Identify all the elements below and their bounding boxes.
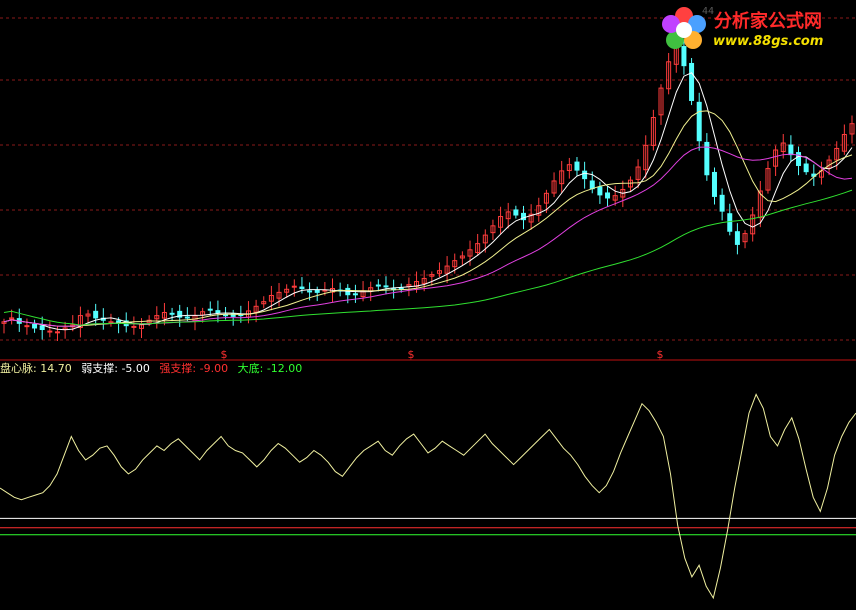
- candle-body: [215, 310, 221, 313]
- candle-body: [299, 286, 305, 290]
- legend-value: -12.00: [266, 362, 303, 375]
- legend-item-bottom: 大底: -12.00: [238, 362, 303, 375]
- candle-body: [696, 101, 702, 142]
- candle-body: [605, 192, 611, 199]
- candle-body: [375, 284, 381, 287]
- legend-value: -5.00: [121, 362, 150, 375]
- candle-body: [727, 213, 733, 232]
- legend-label: 大底:: [237, 362, 264, 375]
- signal-markers: $ $ $: [221, 348, 664, 361]
- candle-body: [689, 62, 695, 101]
- candle-body: [719, 194, 725, 212]
- candle-body: [398, 287, 404, 290]
- price-panel[interactable]: [1, 37, 855, 342]
- price-gridlines: [0, 17, 856, 341]
- signal-marker: $: [408, 348, 415, 361]
- indicator-legend: 盘心脉: 14.70 弱支撑: -5.00 强支撑: -9.00 大底: -12…: [0, 362, 308, 376]
- legend-item-strong-support: 强支撑: -9.00: [159, 362, 231, 375]
- site-title-logo: 分析家公式网: [714, 8, 854, 36]
- legend-value: -9.00: [199, 362, 229, 375]
- candle-body: [39, 325, 45, 331]
- stock-chart[interactable]: $ $ $: [0, 0, 856, 610]
- candle-body: [513, 209, 519, 216]
- candle-body: [47, 330, 53, 333]
- signal-marker: $: [221, 348, 228, 361]
- candle-body: [32, 323, 38, 329]
- candle-body: [589, 180, 595, 190]
- legend-label: 弱支撑:: [81, 362, 118, 375]
- legend-item-pulse: 盘心脉: 14.70: [0, 362, 75, 375]
- site-title-text: 分析家公式网: [714, 10, 822, 32]
- candle-body: [307, 290, 313, 293]
- signal-marker: $: [657, 348, 664, 361]
- candle-body: [169, 312, 175, 315]
- legend-label: 强支撑:: [159, 362, 197, 375]
- candle-body: [574, 161, 580, 171]
- candle-body: [711, 171, 717, 197]
- ma10-line: [3, 110, 853, 327]
- candle-body: [788, 144, 794, 156]
- legend-label: 盘心脉:: [0, 362, 37, 375]
- candle-body: [383, 285, 389, 288]
- candle-body: [131, 325, 137, 328]
- candle-body: [803, 163, 809, 173]
- candle-body: [314, 289, 320, 293]
- candle-body: [352, 293, 358, 296]
- candle-body: [582, 170, 588, 180]
- ma5-line: [3, 72, 853, 331]
- candle-body: [184, 316, 190, 319]
- candle-body: [223, 314, 229, 317]
- moving-averages: [3, 72, 853, 331]
- candle-body: [93, 310, 99, 319]
- site-watermark: 分析家公式网 www.88gs.com 44: [656, 2, 854, 58]
- price-label: 44: [702, 6, 715, 17]
- candle-body: [54, 331, 60, 334]
- candle-body: [291, 285, 297, 288]
- site-url: www.88gs.com: [713, 34, 824, 49]
- candle-body: [734, 231, 740, 245]
- legend-item-weak-support: 弱支撑: -5.00: [81, 362, 153, 375]
- oscillator-line: [0, 393, 856, 600]
- candle-body: [597, 186, 603, 196]
- oscillator-panel[interactable]: [0, 393, 856, 600]
- legend-value: 14.70: [40, 362, 72, 375]
- candle-body: [24, 325, 30, 328]
- candle-body: [207, 308, 213, 311]
